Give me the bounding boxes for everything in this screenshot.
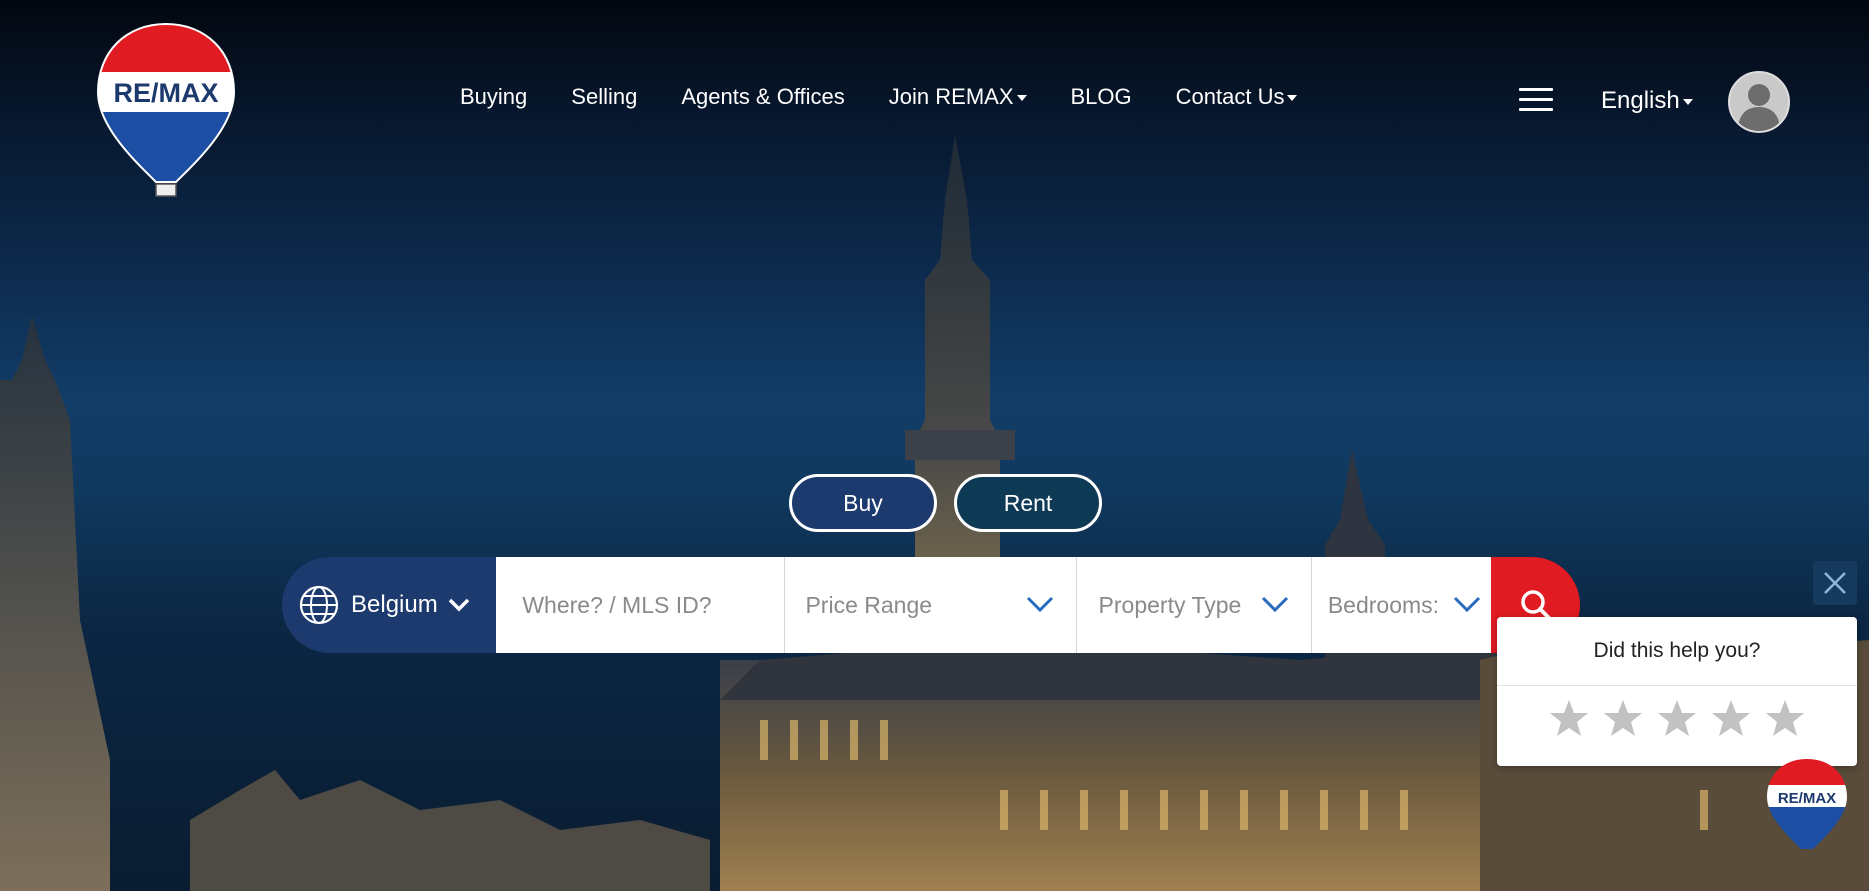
feedback-close-button[interactable]	[1813, 561, 1857, 605]
nav-join-remax-label: Join REMAX	[888, 84, 1014, 109]
feedback-question: Did this help you?	[1497, 617, 1857, 686]
star-icon-5[interactable]	[1765, 698, 1805, 738]
star-icon-4[interactable]	[1711, 698, 1751, 738]
nav-buying[interactable]: Buying	[460, 84, 527, 110]
property-type-dropdown[interactable]: Property Type	[1076, 557, 1312, 653]
bedrooms-dropdown[interactable]: Bedrooms:	[1311, 557, 1492, 653]
rent-toggle-button[interactable]: Rent	[954, 474, 1102, 532]
language-selector[interactable]: English	[1601, 87, 1693, 115]
remax-logo[interactable]: RE/MAX	[96, 22, 236, 198]
nav-blog[interactable]: BLOG	[1071, 84, 1132, 110]
nav-agents-offices-label: Agents & Offices	[681, 84, 845, 109]
language-label: English	[1601, 87, 1680, 114]
caret-down-icon	[1287, 95, 1298, 101]
buy-label: Buy	[843, 489, 883, 516]
star-icon-3[interactable]	[1657, 698, 1697, 738]
nav-join-remax[interactable]: Join REMAX	[889, 84, 1027, 110]
nav-contact-us[interactable]: Contact Us	[1176, 84, 1298, 110]
star-icon-2[interactable]	[1603, 698, 1643, 738]
chevron-down-icon	[1454, 596, 1481, 613]
svg-text:RE/MAX: RE/MAX	[1778, 790, 1836, 807]
star-rating	[1497, 686, 1857, 738]
nav-buying-label: Buying	[460, 84, 528, 109]
buy-toggle-button[interactable]: Buy	[789, 474, 937, 532]
close-icon	[1824, 572, 1846, 594]
price-range-label: Price Range	[805, 591, 933, 618]
nav-blog-label: BLOG	[1070, 84, 1132, 109]
location-search-input[interactable]	[520, 590, 785, 620]
country-selector[interactable]: Belgium	[282, 557, 497, 653]
bedrooms-label: Bedrooms:	[1327, 591, 1440, 618]
chevron-down-icon	[1261, 596, 1288, 613]
user-avatar-icon[interactable]	[1728, 71, 1790, 133]
remax-balloon-launcher[interactable]: RE/MAX	[1765, 757, 1849, 857]
chevron-down-icon	[1026, 596, 1053, 613]
hamburger-icon[interactable]	[1519, 88, 1553, 112]
search-bar: Belgium Price Range Property Type Bedroo…	[282, 557, 1580, 653]
hero-section: RE/MAX Buying Selling Agents & Offices J…	[0, 0, 1869, 891]
chevron-down-icon	[448, 598, 469, 612]
caret-down-icon	[1682, 99, 1693, 105]
nav-selling[interactable]: Selling	[571, 84, 637, 110]
nav-selling-label: Selling	[571, 84, 638, 109]
rent-label: Rent	[1003, 489, 1053, 516]
country-label: Belgium	[351, 591, 438, 618]
nav-contact-us-label: Contact Us	[1175, 84, 1285, 109]
main-nav: Buying Selling Agents & Offices Join REM…	[460, 84, 1341, 110]
feedback-popup: Did this help you?	[1497, 617, 1857, 766]
svg-text:RE/MAX: RE/MAX	[113, 78, 218, 108]
nav-agents-offices[interactable]: Agents & Offices	[681, 84, 844, 110]
property-type-label: Property Type	[1098, 591, 1242, 618]
star-icon-1[interactable]	[1549, 698, 1589, 738]
price-range-dropdown[interactable]: Price Range	[785, 557, 1077, 653]
caret-down-icon	[1016, 95, 1027, 101]
globe-icon	[299, 585, 339, 625]
location-search-field	[496, 557, 786, 653]
